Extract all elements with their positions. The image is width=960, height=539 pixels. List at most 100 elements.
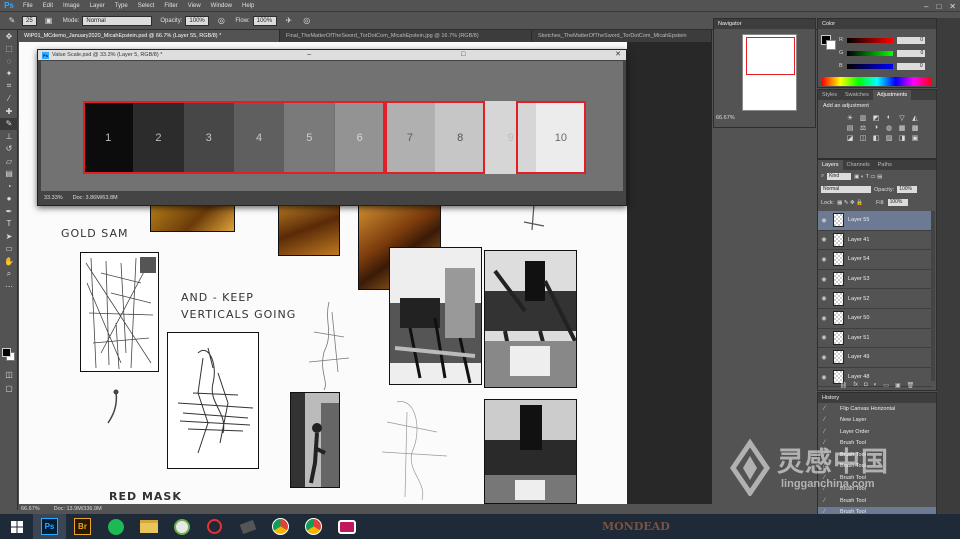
- close-button[interactable]: ✕: [949, 2, 956, 11]
- channel-b-value[interactable]: 0: [896, 62, 925, 70]
- healing-tool-icon[interactable]: ✚: [0, 105, 18, 118]
- value-scale-window[interactable]: Ps Value Scale.psd @ 33.3% (Layer 5, RGB…: [37, 49, 627, 206]
- channel-r-slider[interactable]: [846, 37, 893, 43]
- menu-view[interactable]: View: [183, 0, 206, 12]
- menu-image[interactable]: Image: [58, 0, 85, 12]
- adjustment-icon[interactable]: ◫: [857, 134, 869, 142]
- tab-channels[interactable]: Channels: [843, 160, 874, 170]
- lock-icons[interactable]: ▦ ✎ ✥ 🔒: [837, 200, 863, 206]
- history-state[interactable]: ⁄ Brush Tool: [818, 438, 936, 450]
- menu-select[interactable]: Select: [133, 0, 160, 12]
- history-brush-icon[interactable]: ↺: [0, 143, 18, 156]
- brush-tool-icon[interactable]: ✎: [6, 15, 18, 27]
- value-window-minimize[interactable]: –: [307, 50, 311, 60]
- menu-type[interactable]: Type: [110, 0, 133, 12]
- layer-row[interactable]: ◉ Layer 51: [818, 329, 932, 349]
- navigator-preview[interactable]: [742, 34, 797, 111]
- layer-fill-field[interactable]: 100%: [887, 199, 908, 206]
- pressure-opacity-icon[interactable]: ◎: [215, 15, 227, 27]
- channel-b-slider[interactable]: [846, 63, 893, 69]
- adjustment-icon[interactable]: ▩: [909, 124, 921, 132]
- tab-sketches[interactable]: Sketches_TheMatterOfTheSword_TorDotCom_M…: [532, 30, 712, 42]
- taskbar-spotify[interactable]: [99, 514, 132, 539]
- history-tab[interactable]: History: [818, 393, 936, 403]
- fx-icon[interactable]: fx: [853, 382, 858, 391]
- brush-size-field[interactable]: 25: [22, 15, 37, 26]
- adjustment-icon[interactable]: ◐: [883, 114, 895, 122]
- navigator-tab[interactable]: Navigator: [714, 19, 815, 29]
- menu-help[interactable]: Help: [237, 0, 259, 12]
- link-layers-icon[interactable]: ⛓: [840, 382, 848, 391]
- start-button[interactable]: [0, 514, 33, 539]
- adjustment-icon[interactable]: ◧: [870, 134, 882, 142]
- quick-select-tool-icon[interactable]: ✦: [0, 68, 18, 81]
- history-state[interactable]: ⁄ Layer Order: [818, 426, 936, 438]
- zoom-readout[interactable]: 66.67%: [21, 505, 40, 514]
- color-bg-swatch[interactable]: [826, 40, 836, 50]
- adjustment-icon[interactable]: ▤: [844, 124, 856, 132]
- value-window-canvas[interactable]: 1 2 3 4 5 6 7 8 9 10: [41, 61, 623, 191]
- history-state[interactable]: ⁄ Brush Tool: [818, 495, 936, 507]
- add-mask-icon[interactable]: ◘: [864, 382, 868, 391]
- gradient-tool-icon[interactable]: ▤: [0, 168, 18, 181]
- menu-filter[interactable]: Filter: [159, 0, 182, 12]
- adjustment-icon[interactable]: ⚖: [857, 124, 869, 132]
- adjustment-icon[interactable]: ◭: [909, 114, 921, 122]
- tab-adjustments[interactable]: Adjustments: [872, 90, 912, 100]
- value-window-maximize[interactable]: □: [461, 50, 465, 60]
- adjustment-icon[interactable]: ◪: [844, 134, 856, 142]
- menu-layer[interactable]: Layer: [85, 0, 110, 12]
- layers-scrollbar[interactable]: [931, 211, 935, 381]
- value-window-close[interactable]: ✕: [615, 50, 621, 60]
- layer-kind-select[interactable]: Kind: [827, 173, 852, 180]
- adjustment-icon[interactable]: ◩: [870, 114, 882, 122]
- layer-opacity-field[interactable]: 100%: [897, 186, 918, 193]
- navigator-zoom[interactable]: 66.67%: [716, 115, 735, 121]
- visibility-eye-icon[interactable]: ◉: [818, 217, 830, 224]
- foreground-color-swatch[interactable]: [2, 348, 11, 357]
- brush-panel-icon[interactable]: ▣: [43, 15, 55, 27]
- taskbar-photoshop[interactable]: Ps: [33, 514, 66, 539]
- visibility-eye-icon[interactable]: ◉: [818, 295, 830, 302]
- adjustment-icon[interactable]: ◍: [883, 124, 895, 132]
- tab-wip01[interactable]: WIP01_MCdemo_January2020_MicahEpstein.ps…: [18, 30, 280, 42]
- airbrush-icon[interactable]: ✈: [283, 15, 295, 27]
- marquee-tool-icon[interactable]: ⬚: [0, 43, 18, 56]
- channel-r-value[interactable]: 0: [896, 36, 925, 44]
- taskbar-explorer[interactable]: [132, 514, 165, 539]
- layer-row[interactable]: ◉ Layer 53: [818, 270, 932, 290]
- adjustment-icon[interactable]: ▦: [896, 124, 908, 132]
- shape-tool-icon[interactable]: ▭: [0, 243, 18, 256]
- quick-mask-icon[interactable]: ◫: [0, 368, 18, 381]
- tab-swatches[interactable]: Swatches: [841, 90, 873, 100]
- history-state[interactable]: ⁄ New Layer: [818, 415, 936, 427]
- dodge-tool-icon[interactable]: ●: [0, 193, 18, 206]
- layer-row[interactable]: ◉ Layer 54: [818, 250, 932, 270]
- taskbar-screen-app[interactable]: [330, 514, 363, 539]
- adjustment-icon[interactable]: ◨: [896, 134, 908, 142]
- filter-pixel-icon[interactable]: ▣ ◐ T ▭ ▤: [854, 174, 882, 180]
- maximize-button[interactable]: □: [936, 2, 941, 11]
- adjustment-icon[interactable]: ▽: [896, 114, 908, 122]
- adjustment-icon[interactable]: ▨: [883, 134, 895, 142]
- color-spectrum[interactable]: [822, 77, 932, 86]
- menu-window[interactable]: Window: [206, 0, 237, 12]
- visibility-eye-icon[interactable]: ◉: [818, 374, 830, 381]
- eyedropper-tool-icon[interactable]: ⁄: [0, 93, 18, 106]
- taskbar-app-leaf[interactable]: [165, 514, 198, 539]
- layer-row[interactable]: ◉ Layer 52: [818, 289, 932, 309]
- color-tab[interactable]: Color: [818, 19, 936, 29]
- layer-row[interactable]: ◉ Layer 50: [818, 309, 932, 329]
- layer-row[interactable]: ◉ Layer 41: [818, 231, 932, 251]
- tab-styles[interactable]: Styles: [818, 90, 841, 100]
- visibility-eye-icon[interactable]: ◉: [818, 276, 830, 283]
- adjustment-icon[interactable]: ◑: [870, 124, 882, 132]
- mode-select[interactable]: Normal: [82, 15, 153, 26]
- taskbar-alarm[interactable]: [198, 514, 231, 539]
- history-state[interactable]: ⁄ Brush Tool: [818, 449, 936, 461]
- history-state[interactable]: ⁄ Brush Tool: [818, 461, 936, 473]
- hand-tool-icon[interactable]: ✋: [0, 255, 18, 268]
- layer-row[interactable]: ◉ Layer 49: [818, 348, 932, 368]
- delete-layer-icon[interactable]: 🗑: [907, 382, 915, 391]
- adjustment-icon[interactable]: ▥: [857, 114, 869, 122]
